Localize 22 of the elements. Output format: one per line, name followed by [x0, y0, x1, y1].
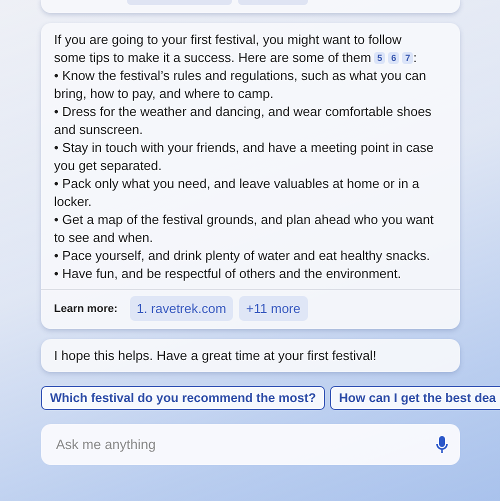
tip-text: • Have fun, and be respectful of others and the environment. — [54, 265, 402, 283]
tip-text: • Stay in touch with your friends, and have a meeting point in case you get separated. — [54, 139, 435, 175]
answer-text: some tips to make it a success. Here are some of them — [54, 50, 372, 65]
citation-link[interactable]: 7 — [402, 52, 414, 64]
source-link[interactable]: 1. ravetrek.com — [130, 296, 234, 321]
tip-text: • Pack only what you need, and leave valuables at home or in a locker. — [54, 175, 420, 211]
input-field[interactable]: Ask me anything — [54, 436, 436, 453]
microphone-icon[interactable] — [436, 436, 448, 454]
suggestion-button[interactable]: Which festival do you recommend the most? — [41, 386, 326, 410]
closing-message: I hope this helps. Have a great time at your first festival! — [41, 339, 460, 372]
source-link[interactable]: +11 more — [239, 296, 308, 321]
citation-link[interactable]: 5 — [374, 52, 386, 64]
suggestion-button[interactable]: How can I get the best dea — [330, 386, 500, 410]
tip-text: • Pace yourself, and drink plenty of water and eat healthy snacks. — [54, 247, 431, 265]
answer-text: : — [413, 50, 417, 65]
citation-link[interactable]: 6 — [388, 52, 400, 64]
chat-input-box[interactable]: Ask me anything — [41, 424, 460, 465]
tip-text: • Dress for the weather and dancing, and wear comfortable shoes and sunscreen. — [54, 103, 432, 139]
tip-text: • Know the festival’s rules and regulations, such as what you can bring, how to pay, and where to camp. — [54, 67, 428, 103]
tip-text: • Get a map of the festival grounds, and plan ahead who you want to see and when. — [54, 211, 435, 247]
learn-more-label: Learn more: — [54, 302, 118, 314]
answer-text: If you are going to your first festival, you might want to follow — [54, 31, 403, 49]
